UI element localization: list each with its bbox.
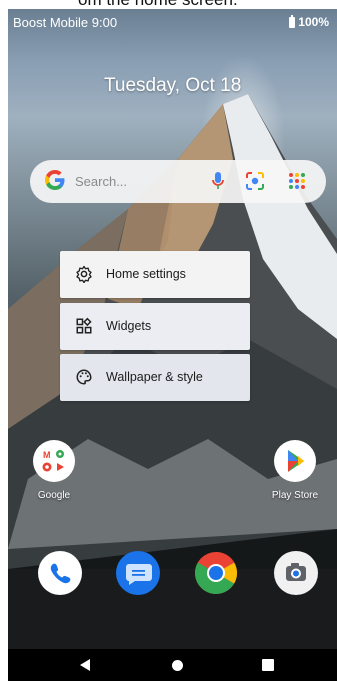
apps-grid-icon[interactable] <box>286 170 308 192</box>
carrier-time: Boost Mobile 9:00 <box>13 15 118 30</box>
search-input[interactable]: Search... <box>75 174 127 189</box>
chrome-icon[interactable] <box>194 551 238 595</box>
widgets-icon <box>76 317 92 334</box>
caption-strip: om the home screen. <box>0 0 337 9</box>
app-google-folder[interactable]: M Google <box>24 440 84 501</box>
menu-item-wallpaper-style[interactable]: Wallpaper & style <box>60 354 250 401</box>
menu-item-widgets[interactable]: Widgets <box>60 303 250 350</box>
status-bar: Boost Mobile 9:00 100% <box>8 9 337 35</box>
battery-percent: 100% <box>298 15 329 29</box>
google-search-bar[interactable]: Search... <box>30 160 326 203</box>
play-store-icon <box>274 440 316 482</box>
menu-item-label: Wallpaper & style <box>106 370 203 384</box>
google-folder-icon: M <box>33 440 75 482</box>
menu-item-label: Widgets <box>106 319 152 333</box>
microphone-icon[interactable] <box>210 170 226 192</box>
home-icon[interactable] <box>172 660 183 671</box>
menu-item-label: Home settings <box>106 267 186 281</box>
recents-icon[interactable] <box>262 659 274 671</box>
app-label: Google <box>37 490 71 501</box>
battery-status: 100% <box>289 14 329 29</box>
svg-text:M: M <box>43 450 51 460</box>
app-play-store[interactable]: Play Store <box>265 440 325 501</box>
navigation-bar <box>8 649 337 681</box>
caption-text: om the home screen. <box>78 0 238 9</box>
phone-screen: Boost Mobile 9:00 100% Tuesday, Oct 18 S… <box>8 9 337 681</box>
menu-item-home-settings[interactable]: Home settings <box>60 251 250 298</box>
messages-icon[interactable] <box>116 551 160 595</box>
gear-icon <box>76 265 92 283</box>
palette-icon <box>76 369 92 385</box>
phone-icon[interactable] <box>38 551 82 595</box>
app-label: Play Store <box>271 490 319 501</box>
google-g-icon <box>45 170 65 190</box>
back-icon[interactable] <box>80 659 90 671</box>
battery-icon <box>289 14 296 28</box>
date-widget[interactable]: Tuesday, Oct 18 <box>104 75 241 97</box>
google-lens-icon[interactable] <box>244 170 266 192</box>
camera-icon[interactable] <box>274 551 318 595</box>
